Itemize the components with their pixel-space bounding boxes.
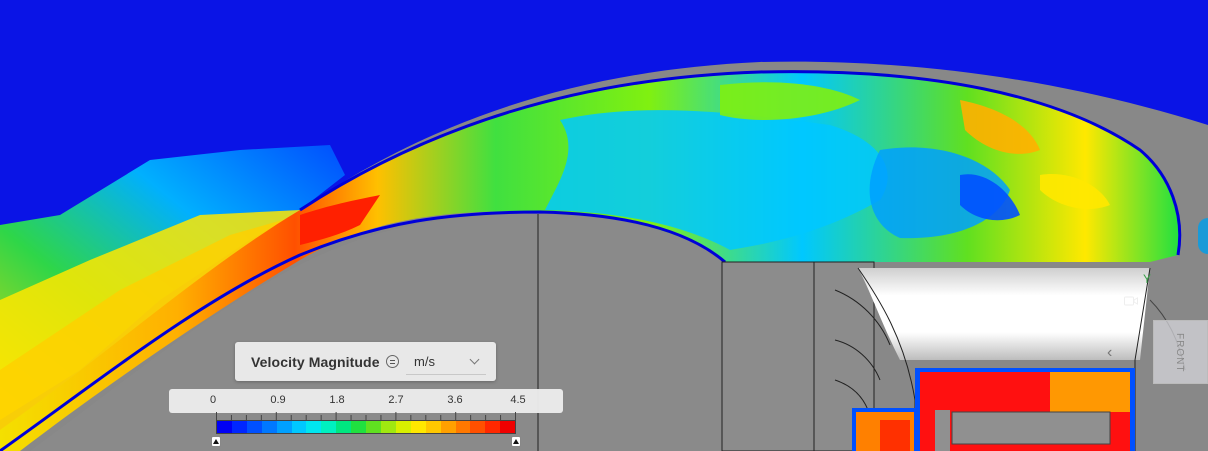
legend-color-swatch <box>366 421 381 433</box>
legend-color-swatch <box>276 421 292 433</box>
legend-color-swatch <box>231 421 247 433</box>
legend-color-swatch <box>246 421 262 433</box>
legend-tick-label: 4.5 <box>510 394 526 406</box>
legend-tick-panel: 0 0.9 1.8 2.7 3.6 4.5 <box>169 389 563 413</box>
legend-color-swatch <box>410 421 426 433</box>
legend-color-swatch <box>440 421 456 433</box>
chevron-down-icon <box>469 354 480 364</box>
unit-select[interactable]: m/s <box>406 348 486 375</box>
legend-color-swatch <box>336 421 352 433</box>
legend-color-swatch <box>425 421 441 433</box>
legend-color-swatch <box>291 421 307 433</box>
range-min-handle-icon[interactable] <box>211 436 221 447</box>
legend-color-swatch <box>470 421 486 433</box>
range-max-handle-icon[interactable] <box>511 436 521 447</box>
legend-tick-marks <box>216 412 516 420</box>
axis-y-label: Y <box>1143 272 1152 286</box>
velocity-field-render <box>0 0 1208 451</box>
legend-tick-label: 1.8 <box>329 394 345 406</box>
color-legend-bar <box>216 420 516 434</box>
legend-tick-label: 0 <box>209 394 217 406</box>
legend-color-swatch <box>217 421 232 433</box>
cfd-viewport[interactable] <box>0 0 1208 451</box>
legend-color-swatch <box>395 421 411 433</box>
side-panel-toggle[interactable] <box>1198 218 1208 254</box>
legend-color-swatch <box>321 421 337 433</box>
legend-color-swatch <box>306 421 322 433</box>
legend-color-swatch <box>261 421 277 433</box>
unit-value: m/s <box>414 353 435 369</box>
legend-tick-label: 3.6 <box>447 394 463 406</box>
legend-color-swatch <box>485 421 501 433</box>
chevron-left-icon[interactable]: ‹ <box>1107 344 1112 362</box>
view-cube-face-label: FRONT <box>1174 333 1185 373</box>
view-cube[interactable]: FRONT <box>1153 320 1208 384</box>
legend-color-swatch <box>455 421 471 433</box>
list-menu-icon[interactable] <box>385 355 399 368</box>
velocity-magnitude-panel: Velocity Magnitude m/s <box>235 342 496 381</box>
legend-tick-label: 0.9 <box>270 394 286 406</box>
legend-tick-label: 2.7 <box>388 394 404 406</box>
legend-color-swatch <box>380 421 396 433</box>
legend-color-swatch <box>500 421 516 433</box>
camera-icon[interactable] <box>1124 296 1138 306</box>
legend-color-swatch <box>351 421 367 433</box>
field-title: Velocity Magnitude <box>251 353 380 370</box>
